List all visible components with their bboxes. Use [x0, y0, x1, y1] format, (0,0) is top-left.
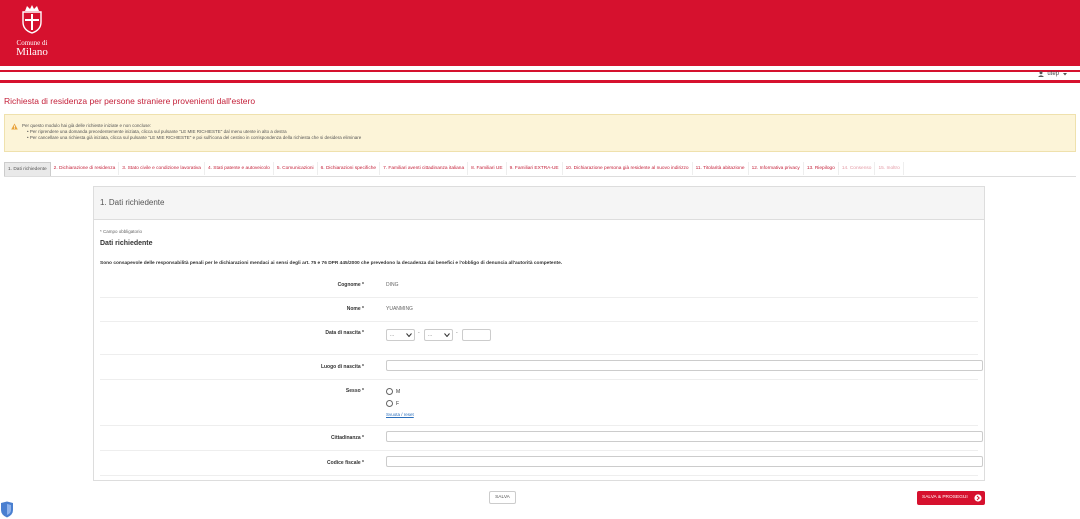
wizard-steps: 1. Dati richiedente 2. Dichiarazione di …: [4, 162, 1076, 177]
header-stripe-red: [0, 70, 1080, 72]
cognome-label: Cognome *: [337, 282, 364, 288]
step-15[interactable]: 15. Inoltro: [875, 162, 904, 175]
crest-icon: [22, 5, 42, 34]
row-cognome: Cognome * DING: [100, 273, 978, 298]
step-10[interactable]: 10. Dichiarazione persona già residente …: [563, 162, 693, 175]
save-next-button[interactable]: SALVA & PROSEGUI: [917, 491, 985, 505]
logo-line-2: Milano: [16, 46, 48, 58]
radio-f-label: F: [396, 400, 400, 407]
user-icon: [1038, 71, 1045, 77]
panel-title: 1. Dati richiedente: [94, 187, 984, 220]
step-14[interactable]: 14. Consenso: [839, 162, 876, 175]
alert-text-1: Per questo modulo hai già delle richiest…: [22, 123, 152, 128]
luogo-nascita-label: Luogo di nascita *: [320, 364, 364, 370]
date-separator: -: [418, 330, 420, 336]
nome-value: YUANMING: [386, 306, 413, 312]
required-note: * Campo obbligatorio: [100, 229, 143, 234]
user-name: utep: [1047, 71, 1059, 77]
radio-m[interactable]: M: [386, 388, 400, 395]
codice-fiscale-input[interactable]: [386, 456, 983, 467]
day-select[interactable]: ...: [386, 329, 415, 341]
day-select-value: ...: [390, 332, 395, 338]
cittadinanza-label: Cittadinanza *: [330, 435, 364, 441]
sesso-reset-link[interactable]: Svuota / reset: [386, 412, 414, 417]
data-nascita-label: Data di nascita *: [325, 330, 364, 336]
caret-down-icon: [1063, 73, 1067, 76]
header-bar: [0, 0, 1080, 66]
user-menu[interactable]: utep: [1038, 71, 1068, 77]
step-12[interactable]: 12. Informativa privacy: [749, 162, 804, 175]
cognome-value: DING: [386, 282, 399, 288]
row-luogo-nascita: Luogo di nascita *: [100, 354, 983, 380]
arrow-right-circle-icon: [974, 494, 982, 502]
luogo-nascita-input[interactable]: [386, 360, 983, 371]
row-data-nascita: Data di nascita * ... - ... -: [100, 321, 978, 355]
radio-m-label: M: [396, 388, 401, 395]
alert-text-2: • Per riprendere una domanda precedentem…: [27, 129, 287, 134]
step-3[interactable]: 3. Stato civile e condizione lavorativa: [119, 162, 205, 175]
cittadinanza-input[interactable]: [386, 431, 983, 442]
codice-fiscale-label: Codice fiscale *: [327, 460, 364, 466]
alert-text-3: • Per cancellare una richiesta già inizi…: [27, 135, 362, 140]
warning-icon: [11, 123, 18, 130]
step-9[interactable]: 9. Familiari EXTRA-UE: [507, 162, 563, 175]
row-codice-fiscale: Codice fiscale *: [100, 450, 983, 476]
step-7[interactable]: 7. Familiari aventi cittadinanza italian…: [380, 162, 469, 175]
year-input[interactable]: [462, 329, 491, 341]
step-6[interactable]: 6. Dichiarazioni specifiche: [318, 162, 381, 175]
step-11[interactable]: 11. Titolarità abitazione: [693, 162, 749, 175]
row-cittadinanza: Cittadinanza *: [100, 425, 983, 451]
page-title: Richiesta di residenza per persone stran…: [4, 96, 256, 106]
header-divider: [0, 80, 1080, 83]
sesso-label: Sesso *: [345, 388, 364, 394]
radio-f-circle: [386, 400, 393, 407]
form-panel: 1. Dati richiedente * Campo obbligatorio…: [93, 186, 985, 481]
chevron-down-icon: [406, 333, 412, 337]
month-select-value: ...: [428, 332, 433, 338]
row-sesso: Sesso * M F Svuota / reset: [100, 379, 978, 426]
accessibility-shield-icon[interactable]: [0, 501, 14, 518]
save-next-label: SALVA & PROSEGUI: [922, 495, 968, 500]
step-13[interactable]: 13. Riepilogo: [804, 162, 839, 175]
warning-alert: Per questo modulo hai già delle richiest…: [4, 114, 1076, 152]
step-2[interactable]: 2. Dichiarazione di residenza: [51, 162, 120, 175]
radio-m-circle: [386, 388, 393, 395]
save-button[interactable]: SALVA: [489, 491, 516, 504]
nome-label: Nome *: [346, 306, 364, 312]
row-nome: Nome * YUANMING: [100, 297, 978, 322]
date-separator: -: [456, 330, 458, 336]
comune-milano-logo[interactable]: Comune di Milano: [10, 4, 54, 58]
step-1[interactable]: 1. Dati richiedente: [4, 162, 51, 176]
section-title: Dati richiedente: [100, 240, 153, 247]
disclaimer-text: Sono consapevole delle responsabilità pe…: [100, 261, 563, 266]
step-5[interactable]: 5. Comunicazioni: [274, 162, 318, 175]
step-8[interactable]: 8. Familiari UE: [468, 162, 507, 175]
chevron-down-icon: [444, 333, 450, 337]
step-4[interactable]: 4. Stati patente e autoveicolo: [205, 162, 274, 175]
month-select[interactable]: ...: [424, 329, 453, 341]
radio-f[interactable]: F: [386, 400, 399, 407]
